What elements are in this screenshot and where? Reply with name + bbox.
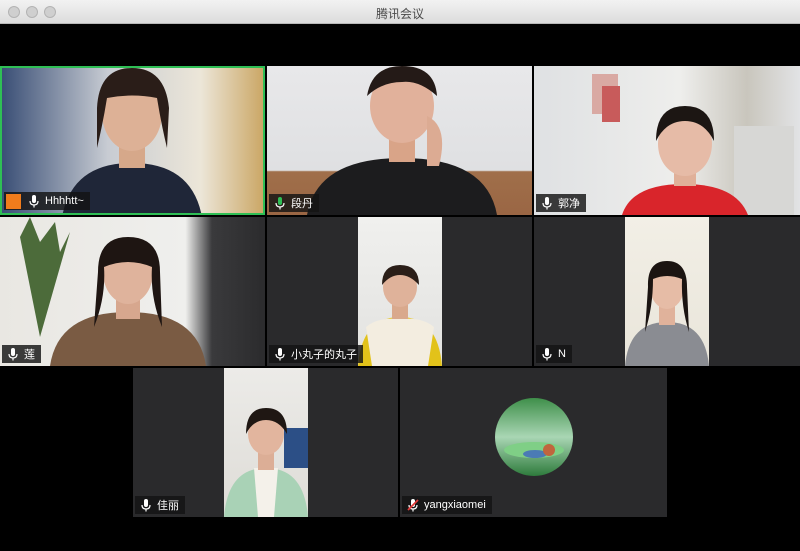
- participant-figure: [224, 408, 308, 517]
- participant-name: 郭净: [558, 198, 580, 210]
- participant-video: [534, 66, 800, 215]
- mic-icon: [29, 195, 39, 208]
- participant-nametag: N: [536, 345, 572, 363]
- participant-video: [267, 66, 532, 215]
- participant-nametag: 小丸子的丸子: [269, 345, 363, 363]
- participant-video: [224, 368, 308, 517]
- participant-nametag: 郭净: [536, 194, 586, 212]
- mic-icon: [542, 197, 552, 210]
- window-title: 腾讯会议: [375, 7, 424, 21]
- video-tile-jiali[interactable]: 佳丽: [133, 368, 398, 517]
- participant-video: [358, 217, 442, 366]
- host-avatar-icon: [6, 193, 21, 209]
- participant-video: [625, 217, 709, 366]
- participant-figure: [20, 217, 206, 366]
- participant-figure: [592, 74, 794, 215]
- participant-nametag: 莲: [2, 345, 41, 363]
- participant-figure: [625, 261, 709, 366]
- participant-name: 莲: [24, 349, 35, 361]
- mic-icon: [141, 499, 151, 512]
- video-gallery: Hhhhtt~ 段丹 郭净 莲 小丸子的丸子 N 佳丽 yangxiaomei: [0, 24, 800, 551]
- window-title-bar[interactable]: 腾讯会议: [0, 0, 800, 24]
- video-tile-lian[interactable]: 莲: [0, 217, 265, 366]
- participant-name: N: [558, 348, 566, 360]
- mic-active-icon: [275, 197, 285, 210]
- video-tile-n[interactable]: N: [534, 217, 800, 366]
- video-tile-xiaowanzi[interactable]: 小丸子的丸子: [267, 217, 532, 366]
- participant-nametag: yangxiaomei: [402, 496, 492, 514]
- video-tile-hhhhtt[interactable]: Hhhhtt~: [0, 66, 265, 215]
- participant-name: yangxiaomei: [424, 499, 486, 511]
- participant-name: Hhhhtt~: [45, 195, 84, 207]
- video-tile-guojing[interactable]: 郭净: [534, 66, 800, 215]
- mic-icon: [8, 348, 18, 361]
- participant-nametag: 段丹: [269, 194, 319, 212]
- participant-nametag: 佳丽: [135, 496, 185, 514]
- video-tile-yangxiaomei[interactable]: yangxiaomei: [400, 368, 667, 517]
- participant-name: 佳丽: [157, 500, 179, 512]
- participant-name: 段丹: [291, 198, 313, 210]
- video-tile-duandan[interactable]: 段丹: [267, 66, 532, 215]
- participant-video: [0, 217, 265, 366]
- participant-nametag: Hhhhtt~: [4, 192, 90, 210]
- participant-figure: [307, 66, 497, 215]
- participant-figure: [358, 265, 442, 366]
- mic-muted-icon: [407, 499, 419, 512]
- mic-icon: [542, 348, 552, 361]
- mic-icon: [275, 348, 285, 361]
- participant-name: 小丸子的丸子: [291, 349, 357, 361]
- profile-avatar: [495, 398, 573, 476]
